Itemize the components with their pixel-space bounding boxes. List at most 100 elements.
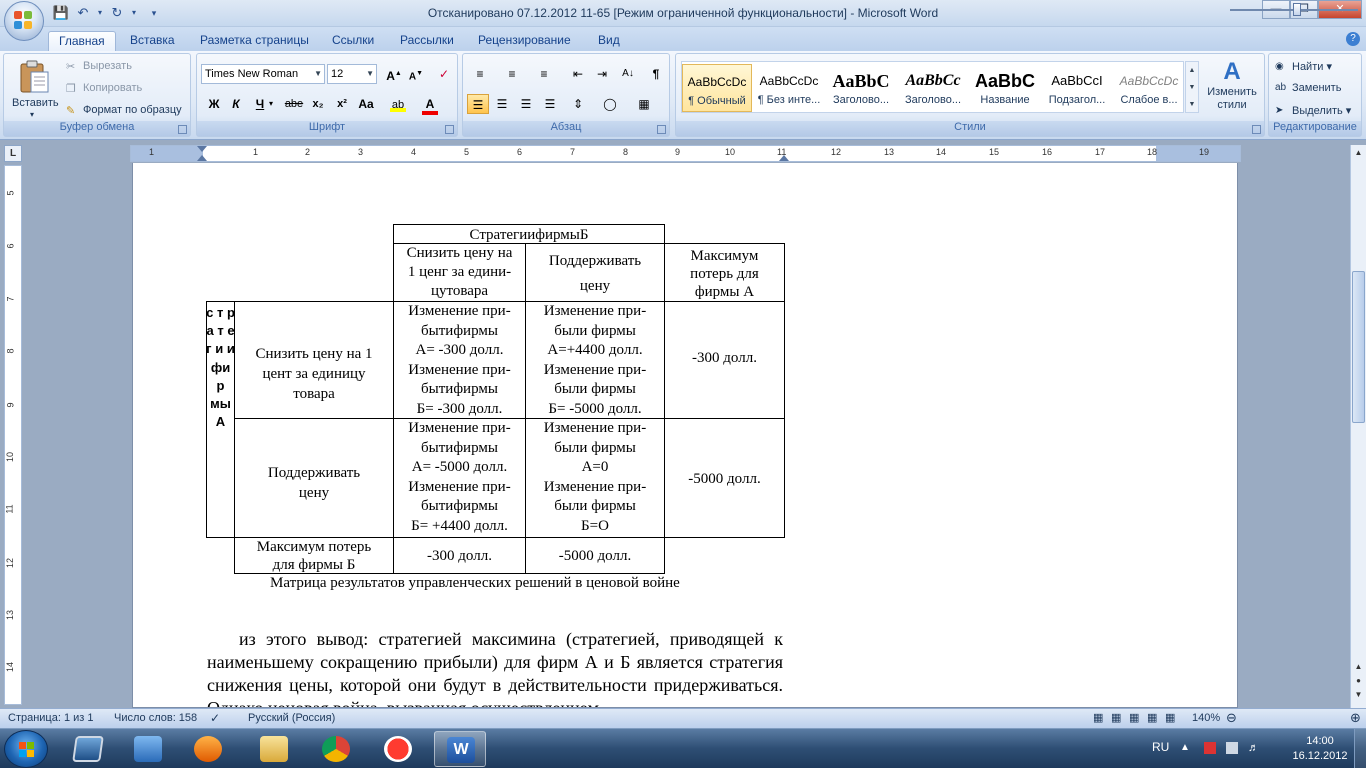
indent-marker-icon[interactable] bbox=[197, 146, 207, 152]
superscript-button[interactable]: x² bbox=[331, 94, 353, 114]
horizontal-ruler[interactable]: 1 1 2 3 4 5 6 7 8 9 10 11 12 13 14 15 16… bbox=[130, 145, 1241, 162]
italic-button[interactable]: К bbox=[225, 94, 247, 114]
tab-insert[interactable]: Вставка bbox=[120, 31, 185, 51]
change-case-button[interactable]: Aa bbox=[355, 94, 377, 114]
strikethrough-button[interactable]: abe bbox=[283, 94, 305, 114]
subscript-button[interactable]: x₂ bbox=[307, 94, 329, 114]
show-desktop-button[interactable] bbox=[1354, 729, 1366, 768]
sort-icon[interactable]: A↓ bbox=[617, 64, 639, 84]
tab-references[interactable]: Ссылки bbox=[322, 31, 384, 51]
styles-scroll[interactable]: ▲ ▼ ▼ bbox=[1185, 61, 1199, 113]
flag-icon[interactable] bbox=[1204, 742, 1216, 754]
vertical-scrollbar[interactable]: ▲ ▲ ● ▼ bbox=[1350, 145, 1366, 708]
zoom-slider-thumb[interactable] bbox=[1293, 3, 1301, 16]
scroll-up-icon[interactable]: ▲ bbox=[1352, 148, 1365, 162]
format-painter-button[interactable]: ✎ Формат по образцу bbox=[66, 104, 182, 117]
page-count[interactable]: Страница: 1 из 1 bbox=[8, 712, 94, 724]
style-subtitle[interactable]: AaBbCcI Подзагол... bbox=[1042, 64, 1112, 112]
bullets-icon[interactable]: ≡ bbox=[469, 64, 491, 84]
paste-button[interactable]: Вставить ▾ bbox=[6, 56, 62, 122]
help-icon[interactable]: ? bbox=[1346, 32, 1360, 46]
scroll-thumb[interactable] bbox=[1352, 271, 1365, 423]
view-outline-icon[interactable]: ▦ bbox=[1147, 711, 1157, 724]
style-no-spacing[interactable]: AaBbCcDc ¶ Без инте... bbox=[754, 64, 824, 112]
increase-indent-icon[interactable]: ⇥ bbox=[591, 64, 613, 84]
tab-home[interactable]: Главная bbox=[48, 31, 116, 51]
show-marks-icon[interactable]: ¶ bbox=[645, 64, 667, 84]
zoom-level[interactable]: 140% bbox=[1192, 712, 1220, 724]
select-button[interactable]: ➤ Выделить ▾ bbox=[1275, 104, 1351, 117]
font-name-combo[interactable]: Times New Roman ▼ bbox=[201, 64, 325, 84]
highlight-icon[interactable]: ab bbox=[387, 94, 409, 114]
chrome-icon bbox=[322, 736, 350, 762]
borders-icon[interactable]: ▦ bbox=[633, 94, 655, 114]
taskbar-app-chrome[interactable] bbox=[310, 731, 362, 767]
office-button[interactable] bbox=[4, 1, 44, 41]
view-web-icon[interactable]: ▦ bbox=[1129, 711, 1139, 724]
view-print-layout-icon[interactable]: ▦ bbox=[1093, 711, 1103, 724]
taskbar-app-yandex[interactable] bbox=[372, 731, 424, 767]
vertical-ruler[interactable]: 5 6 7 8 9 10 11 12 13 14 bbox=[4, 165, 22, 705]
view-draft-icon[interactable]: ▦ bbox=[1165, 711, 1175, 724]
numbering-icon[interactable]: ≡ bbox=[501, 64, 523, 84]
shading-icon[interactable]: ◯ bbox=[599, 94, 621, 114]
zoom-out-icon[interactable]: ⊖ bbox=[1226, 710, 1237, 726]
taskbar-app-display[interactable] bbox=[62, 731, 114, 767]
indent-marker-bottom-icon[interactable] bbox=[197, 155, 207, 161]
decrease-indent-icon[interactable]: ⇤ bbox=[567, 64, 589, 84]
language-indicator[interactable]: Русский (Россия) bbox=[248, 712, 335, 724]
media-player-icon bbox=[194, 736, 222, 762]
change-styles-button[interactable]: A Изменить стили bbox=[1202, 58, 1262, 120]
clipboard-launcher-icon[interactable] bbox=[178, 125, 187, 134]
taskbar-app-mail[interactable] bbox=[122, 731, 174, 767]
browse-object-icon[interactable]: ● bbox=[1352, 676, 1365, 690]
multilevel-list-icon[interactable]: ≡ bbox=[533, 64, 555, 84]
grow-font-button[interactable]: A▲ bbox=[383, 64, 405, 84]
clock[interactable]: 14:00 16.12.2012 bbox=[1286, 734, 1354, 764]
input-language[interactable]: RU bbox=[1152, 740, 1169, 754]
volume-icon[interactable]: ♬ bbox=[1248, 742, 1260, 754]
taskbar-app-explorer[interactable] bbox=[248, 731, 300, 767]
shrink-font-button[interactable]: A▼ bbox=[405, 64, 427, 84]
font-color-icon[interactable]: A bbox=[419, 94, 441, 115]
tab-view[interactable]: Вид bbox=[588, 31, 630, 51]
style-heading-2[interactable]: AaBbCc Заголово... bbox=[898, 64, 968, 112]
word-count[interactable]: Число слов: 158 bbox=[114, 712, 197, 724]
start-button[interactable] bbox=[4, 730, 48, 768]
styles-launcher-icon[interactable] bbox=[1252, 125, 1261, 134]
zoom-in-icon[interactable]: ⊕ bbox=[1350, 710, 1361, 726]
font-size-combo[interactable]: 12 ▼ bbox=[327, 64, 377, 84]
style-normal[interactable]: AaBbCcDc ¶ Обычный bbox=[682, 64, 752, 112]
right-indent-marker-icon[interactable] bbox=[779, 155, 789, 161]
proofing-icon[interactable]: ✓ bbox=[210, 711, 220, 725]
next-page-icon[interactable]: ▼ bbox=[1352, 690, 1365, 704]
tray-arrow-icon[interactable]: ▲ bbox=[1180, 742, 1192, 754]
style-title[interactable]: AaBbC Название bbox=[970, 64, 1040, 112]
align-right-icon[interactable]: ☰ bbox=[515, 94, 537, 114]
tab-selector[interactable]: L bbox=[4, 145, 22, 162]
bold-button[interactable]: Ж bbox=[203, 94, 225, 114]
align-left-icon[interactable]: ☰ bbox=[467, 94, 489, 114]
style-heading-1[interactable]: AaBbC Заголово... bbox=[826, 64, 896, 112]
font-launcher-icon[interactable] bbox=[445, 125, 454, 134]
replace-button[interactable]: ab Заменить bbox=[1275, 82, 1341, 94]
view-full-screen-icon[interactable]: ▦ bbox=[1111, 711, 1121, 724]
find-button[interactable]: ◉ Найти ▾ bbox=[1275, 60, 1332, 73]
taskbar-app-word[interactable]: W bbox=[434, 731, 486, 767]
tab-review[interactable]: Рецензирование bbox=[468, 31, 581, 51]
cut-button[interactable]: ✂ Вырезать bbox=[66, 60, 132, 73]
tab-mailings[interactable]: Рассылки bbox=[390, 31, 464, 51]
justify-icon[interactable]: ☰ bbox=[539, 94, 561, 114]
prev-page-icon[interactable]: ▲ bbox=[1352, 662, 1365, 676]
styles-gallery: AaBbCcDc ¶ Обычный AaBbCcDc ¶ Без инте..… bbox=[681, 61, 1184, 113]
copy-button[interactable]: ❐ Копировать bbox=[66, 82, 142, 95]
paragraph-launcher-icon[interactable] bbox=[657, 125, 666, 134]
clear-format-icon[interactable]: ✓ bbox=[433, 64, 455, 84]
underline-dropdown-icon[interactable]: ▾ bbox=[267, 94, 275, 114]
align-center-icon[interactable]: ☰ bbox=[491, 94, 513, 114]
tab-page-layout[interactable]: Разметка страницы bbox=[190, 31, 319, 51]
style-subtle-emphasis[interactable]: AaBbCcDc Слабое в... bbox=[1114, 64, 1184, 112]
taskbar-app-media[interactable] bbox=[182, 731, 234, 767]
network-icon[interactable] bbox=[1226, 742, 1238, 754]
line-spacing-icon[interactable]: ⇕ bbox=[567, 94, 589, 114]
